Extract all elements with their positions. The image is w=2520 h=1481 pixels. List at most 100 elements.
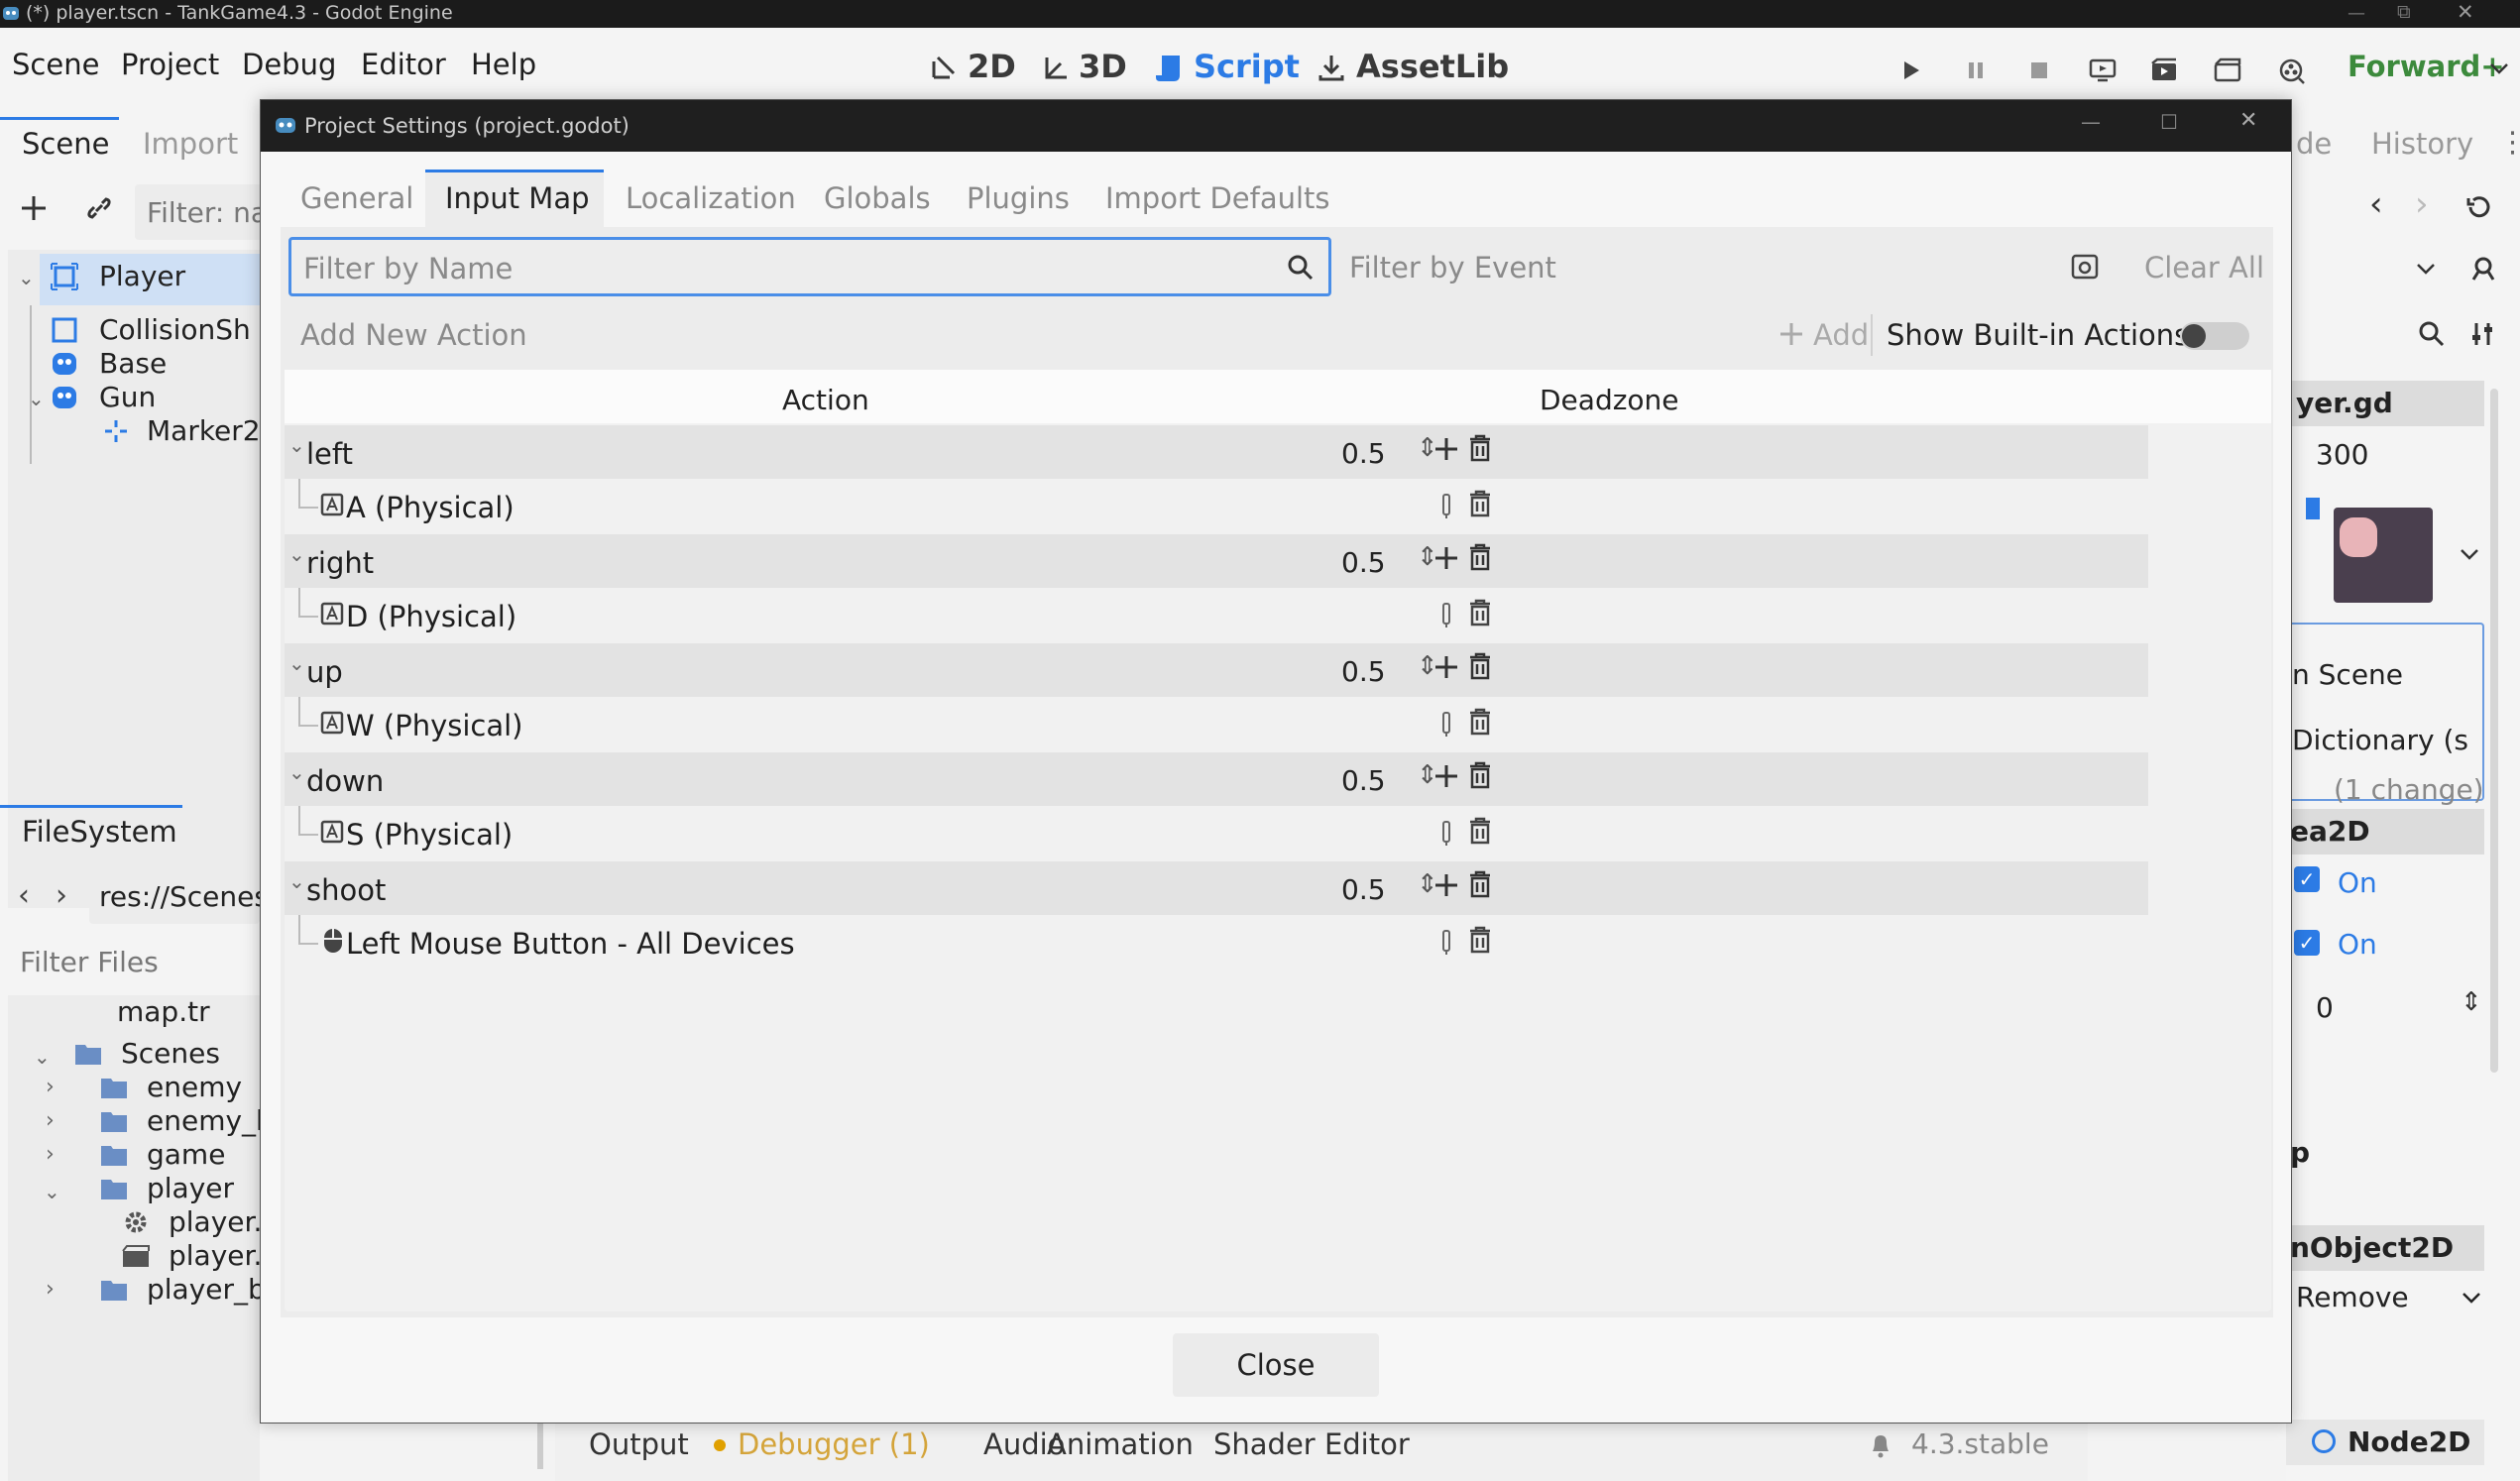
chevron-down-icon[interactable] [2459,545,2480,563]
remove-dropdown[interactable]: Remove [2296,1281,2409,1313]
tab-shader-editor[interactable]: Shader Editor [1213,1427,1410,1461]
event-row-right[interactable]: D (Physical) [285,588,2148,641]
menu-editor[interactable]: Editor [361,48,446,81]
collapse-arrow-icon[interactable]: ⌄ [288,542,305,566]
search-icon[interactable] [2417,319,2447,349]
show-builtin-toggle[interactable] [2180,322,2249,350]
trash-icon[interactable] [1466,651,1494,681]
path-field[interactable]: res://Scenes [89,868,269,924]
edit-event-icon[interactable] [1440,602,1452,629]
action-row-right[interactable]: ⌄ right 0.5 ⇕ [285,534,2148,588]
collapse-arrow-icon[interactable]: ⌄ [288,869,305,893]
event-listen-icon[interactable] [2071,253,2099,281]
collapse-arrow-icon[interactable]: ⌄ [18,266,35,289]
tab-import-defaults[interactable]: Import Defaults [1105,181,1330,215]
trash-icon[interactable] [1466,760,1494,790]
tab-debugger[interactable]: Debugger (1) [738,1427,930,1461]
more-options-icon[interactable]: ⋮ [2498,125,2520,159]
add-event-icon[interactable] [1432,544,1460,572]
expand-arrow-icon[interactable]: › [46,1075,55,1099]
panel-splitter[interactable] [537,1418,543,1469]
tab-input-map[interactable]: Input Map [445,181,590,215]
collapse-arrow-icon[interactable]: ⌄ [288,433,305,457]
filter-by-name-input[interactable]: Filter by Name [288,237,1331,296]
event-row-left[interactable]: A (Physical) [285,479,2148,532]
chevron-down-icon[interactable] [2461,1289,2482,1307]
deadzone-value[interactable]: 0.5 [1341,655,1386,688]
tab-history[interactable]: History [2371,127,2473,161]
change-count[interactable]: (1 change) [2334,773,2484,806]
run-specific-scene-icon[interactable] [2213,57,2242,83]
dialog-minimize-button[interactable]: — [2081,110,2101,134]
edit-event-icon[interactable] [1440,929,1452,957]
add-node-icon[interactable] [18,192,50,224]
trash-icon[interactable] [1466,489,1494,518]
run-current-scene-icon[interactable] [2149,57,2179,83]
tab-plugins[interactable]: Plugins [967,181,1070,215]
tab-node-partial[interactable]: de [2296,127,2332,161]
trash-icon[interactable] [1466,542,1494,572]
texture-preview[interactable] [2334,508,2433,603]
menu-project[interactable]: Project [121,48,219,81]
tab-general[interactable]: General [300,181,413,215]
dialog-maximize-button[interactable]: ☐ [2160,110,2178,134]
tools-icon[interactable] [2468,319,2498,349]
maximize-button[interactable]: ⧉ [2397,1,2411,23]
clear-all-button[interactable]: Clear All [2144,251,2264,285]
trash-icon[interactable] [1466,869,1494,899]
value-300[interactable]: 300 [2316,438,2368,471]
file-item-map[interactable]: map.tr [117,995,210,1028]
checkbox-checked-icon[interactable]: ✓ [2294,866,2320,892]
edit-event-icon[interactable] [1440,820,1452,848]
tab-animation[interactable]: Animation [1047,1427,1194,1461]
expand-arrow-icon[interactable]: › [46,1277,55,1302]
chevron-down-icon[interactable] [2488,59,2510,77]
event-row-up[interactable]: W (Physical) [285,697,2148,750]
chevron-down-icon[interactable] [2415,260,2437,278]
deadzone-value[interactable]: 0.5 [1341,873,1386,906]
menu-scene[interactable]: Scene [12,48,99,81]
action-row-down[interactable]: ⌄ down 0.5 ⇕ [285,752,2148,806]
add-event-icon[interactable] [1432,653,1460,681]
back-arrow-icon[interactable]: ‹ [2369,184,2383,224]
close-button[interactable]: Close [1173,1333,1379,1397]
trash-icon[interactable] [1466,816,1494,846]
minimize-button[interactable]: — [2348,3,2365,24]
expand-arrow-icon[interactable]: › [46,1108,55,1133]
object-search-icon[interactable] [2468,254,2498,284]
open-scene-label[interactable]: n Scene [2292,658,2403,691]
action-row-shoot[interactable]: ⌄ shoot 0.5 ⇕ [285,861,2148,915]
action-row-left[interactable]: ⌄ left 0.5 ⇕ [285,425,2148,479]
menu-debug[interactable]: Debug [242,48,336,81]
edit-event-icon[interactable] [1440,711,1452,739]
filter-by-event-input[interactable]: Filter by Event [1337,237,2119,296]
tab-globals[interactable]: Globals [824,181,931,215]
forward-arrow-icon[interactable]: › [56,878,67,913]
spinner-arrows-icon[interactable]: ⇕ [2461,987,2482,1017]
scene-filter-input[interactable]: Filter: na [135,184,268,240]
tab-scene[interactable]: Scene [22,127,109,161]
zero-value[interactable]: 0 [2316,991,2334,1024]
pause-icon[interactable] [1963,57,1989,83]
tab-localization[interactable]: Localization [626,181,796,215]
add-event-icon[interactable] [1432,435,1460,463]
dialog-title-bar[interactable]: Project Settings (project.godot) — ☐ ✕ [261,100,2291,152]
movie-maker-icon[interactable] [2278,57,2306,85]
trash-icon[interactable] [1466,598,1494,627]
collapse-arrow-icon[interactable]: ⌄ [288,651,305,675]
event-row-shoot[interactable]: Left Mouse Button - All Devices [285,915,2148,968]
action-row-up[interactable]: ⌄ up 0.5 ⇕ [285,643,2148,697]
checkbox-checked-icon[interactable]: ✓ [2294,930,2320,956]
trash-icon[interactable] [1466,925,1494,955]
stop-icon[interactable] [2026,57,2052,83]
collapse-arrow-icon[interactable]: ⌄ [44,1180,60,1203]
remote-debug-icon[interactable] [2088,57,2118,83]
add-event-icon[interactable] [1432,762,1460,790]
edit-event-icon[interactable] [1440,493,1452,520]
inspector-scrollbar[interactable] [2490,389,2498,1073]
trash-icon[interactable] [1466,433,1494,463]
tab-output[interactable]: Output [589,1427,689,1461]
add-event-icon[interactable] [1432,871,1460,899]
forward-arrow-icon[interactable]: › [2415,184,2429,224]
tab-import[interactable]: Import [143,127,238,161]
